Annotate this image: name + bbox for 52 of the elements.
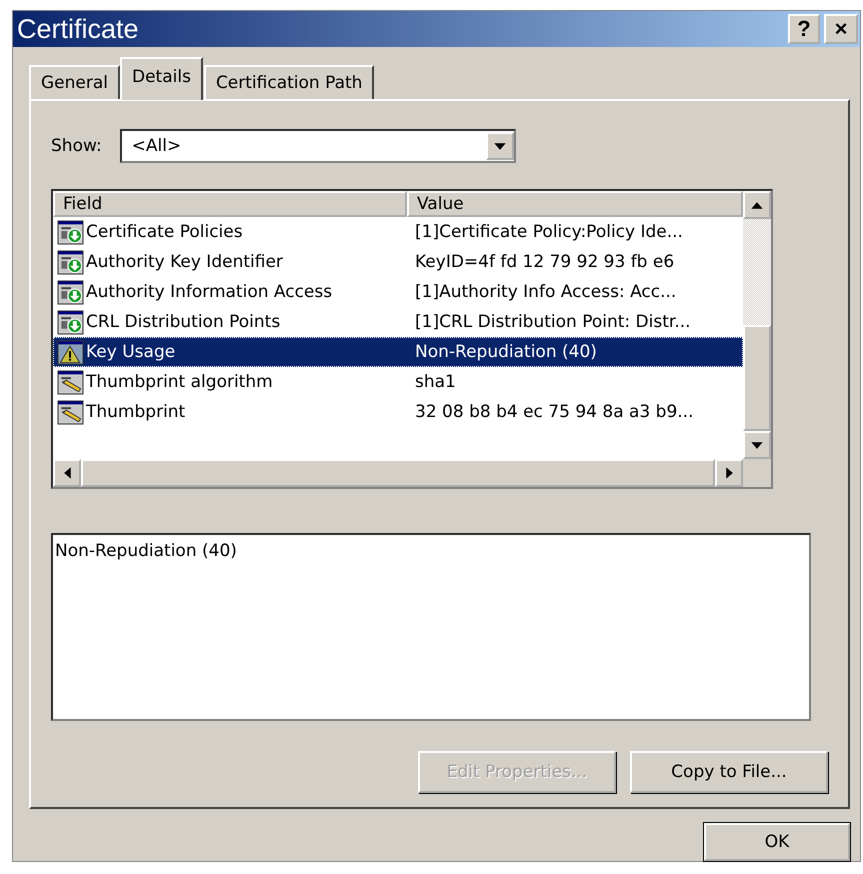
certificate-extension-icon [58, 280, 84, 304]
column-header[interactable]: Field [53, 191, 407, 217]
certificate-extension-icon [58, 220, 84, 244]
column-header[interactable]: Value [407, 191, 743, 217]
scroll-right-button[interactable] [715, 459, 743, 487]
field-value: 32 08 b8 b4 ec 75 94 8a a3 b9... [414, 402, 694, 422]
detail-text: Non-Repudiation (40) [55, 541, 238, 561]
show-dropdown[interactable]: <All> [120, 129, 516, 163]
warning-icon [58, 340, 84, 364]
caret-icon [494, 142, 506, 150]
left-arrow-icon [64, 467, 70, 479]
pencil-icon [58, 400, 84, 424]
list-row[interactable]: Authority Information Access [1]Authority Info Access: Acc... [53, 277, 743, 307]
dropdown-button[interactable] [486, 132, 514, 160]
list-row[interactable]: Certificate Policies [1]Certificate Policy:Policy Ide... [53, 217, 743, 247]
scroll-up-button[interactable] [743, 191, 771, 219]
tab[interactable]: Details [120, 57, 203, 100]
field-value: KeyID=4f fd 12 79 92 93 fb e6 [414, 252, 676, 272]
scroll-left-button[interactable] [53, 459, 81, 487]
detail-box[interactable]: Non-Repudiation (40) [51, 533, 811, 721]
pencil-icon [58, 370, 84, 394]
list-row[interactable]: Key Usage Non-Repudiation (40) [53, 337, 743, 367]
window-title: Certificate [17, 14, 139, 44]
scrollbar-corner [743, 459, 771, 487]
field-value: Non-Repudiation (40) [414, 342, 598, 362]
field-name: Certificate Policies [86, 222, 243, 242]
field-value: sha1 [414, 372, 457, 392]
list-row[interactable]: CRL Distribution Points [1]CRL Distribution Point: Distr... [53, 307, 743, 337]
list-row[interactable]: Thumbprint 32 08 b8 b4 ec 75 94 8a a3 b9... [53, 397, 743, 427]
field-value: [1]CRL Distribution Point: Distr... [414, 312, 692, 332]
help-button[interactable]: ? [788, 14, 820, 44]
certificate-extension-icon [58, 310, 84, 334]
field-name: Thumbprint [86, 402, 186, 422]
certificate-extension-icon [58, 250, 84, 274]
list-row[interactable]: Thumbprint algorithm sha1 [53, 367, 743, 397]
field-name: CRL Distribution Points [86, 312, 280, 332]
up-arrow-icon [751, 202, 763, 208]
scroll-down-button[interactable] [743, 431, 771, 459]
tab[interactable]: Certification Path [204, 65, 374, 99]
field-value: [1]Authority Info Access: Acc... [414, 282, 678, 302]
field-name: Authority Key Identifier [86, 252, 283, 272]
down-arrow-icon [751, 442, 763, 448]
ok-button[interactable]: OK [704, 823, 850, 861]
show-label: Show: [51, 136, 102, 156]
field-name: Authority Information Access [86, 282, 332, 302]
close-button[interactable]: × [824, 14, 858, 44]
field-name: Key Usage [86, 342, 176, 362]
action-button[interactable]: Copy to File... [630, 751, 828, 793]
list-row[interactable]: Authority Key Identifier KeyID=4f fd 12 79 92 93 fb e6 [53, 247, 743, 277]
right-arrow-icon [726, 467, 732, 479]
field-name: Thumbprint algorithm [86, 372, 273, 392]
field-value: [1]Certificate Policy:Policy Ide... [414, 222, 684, 242]
